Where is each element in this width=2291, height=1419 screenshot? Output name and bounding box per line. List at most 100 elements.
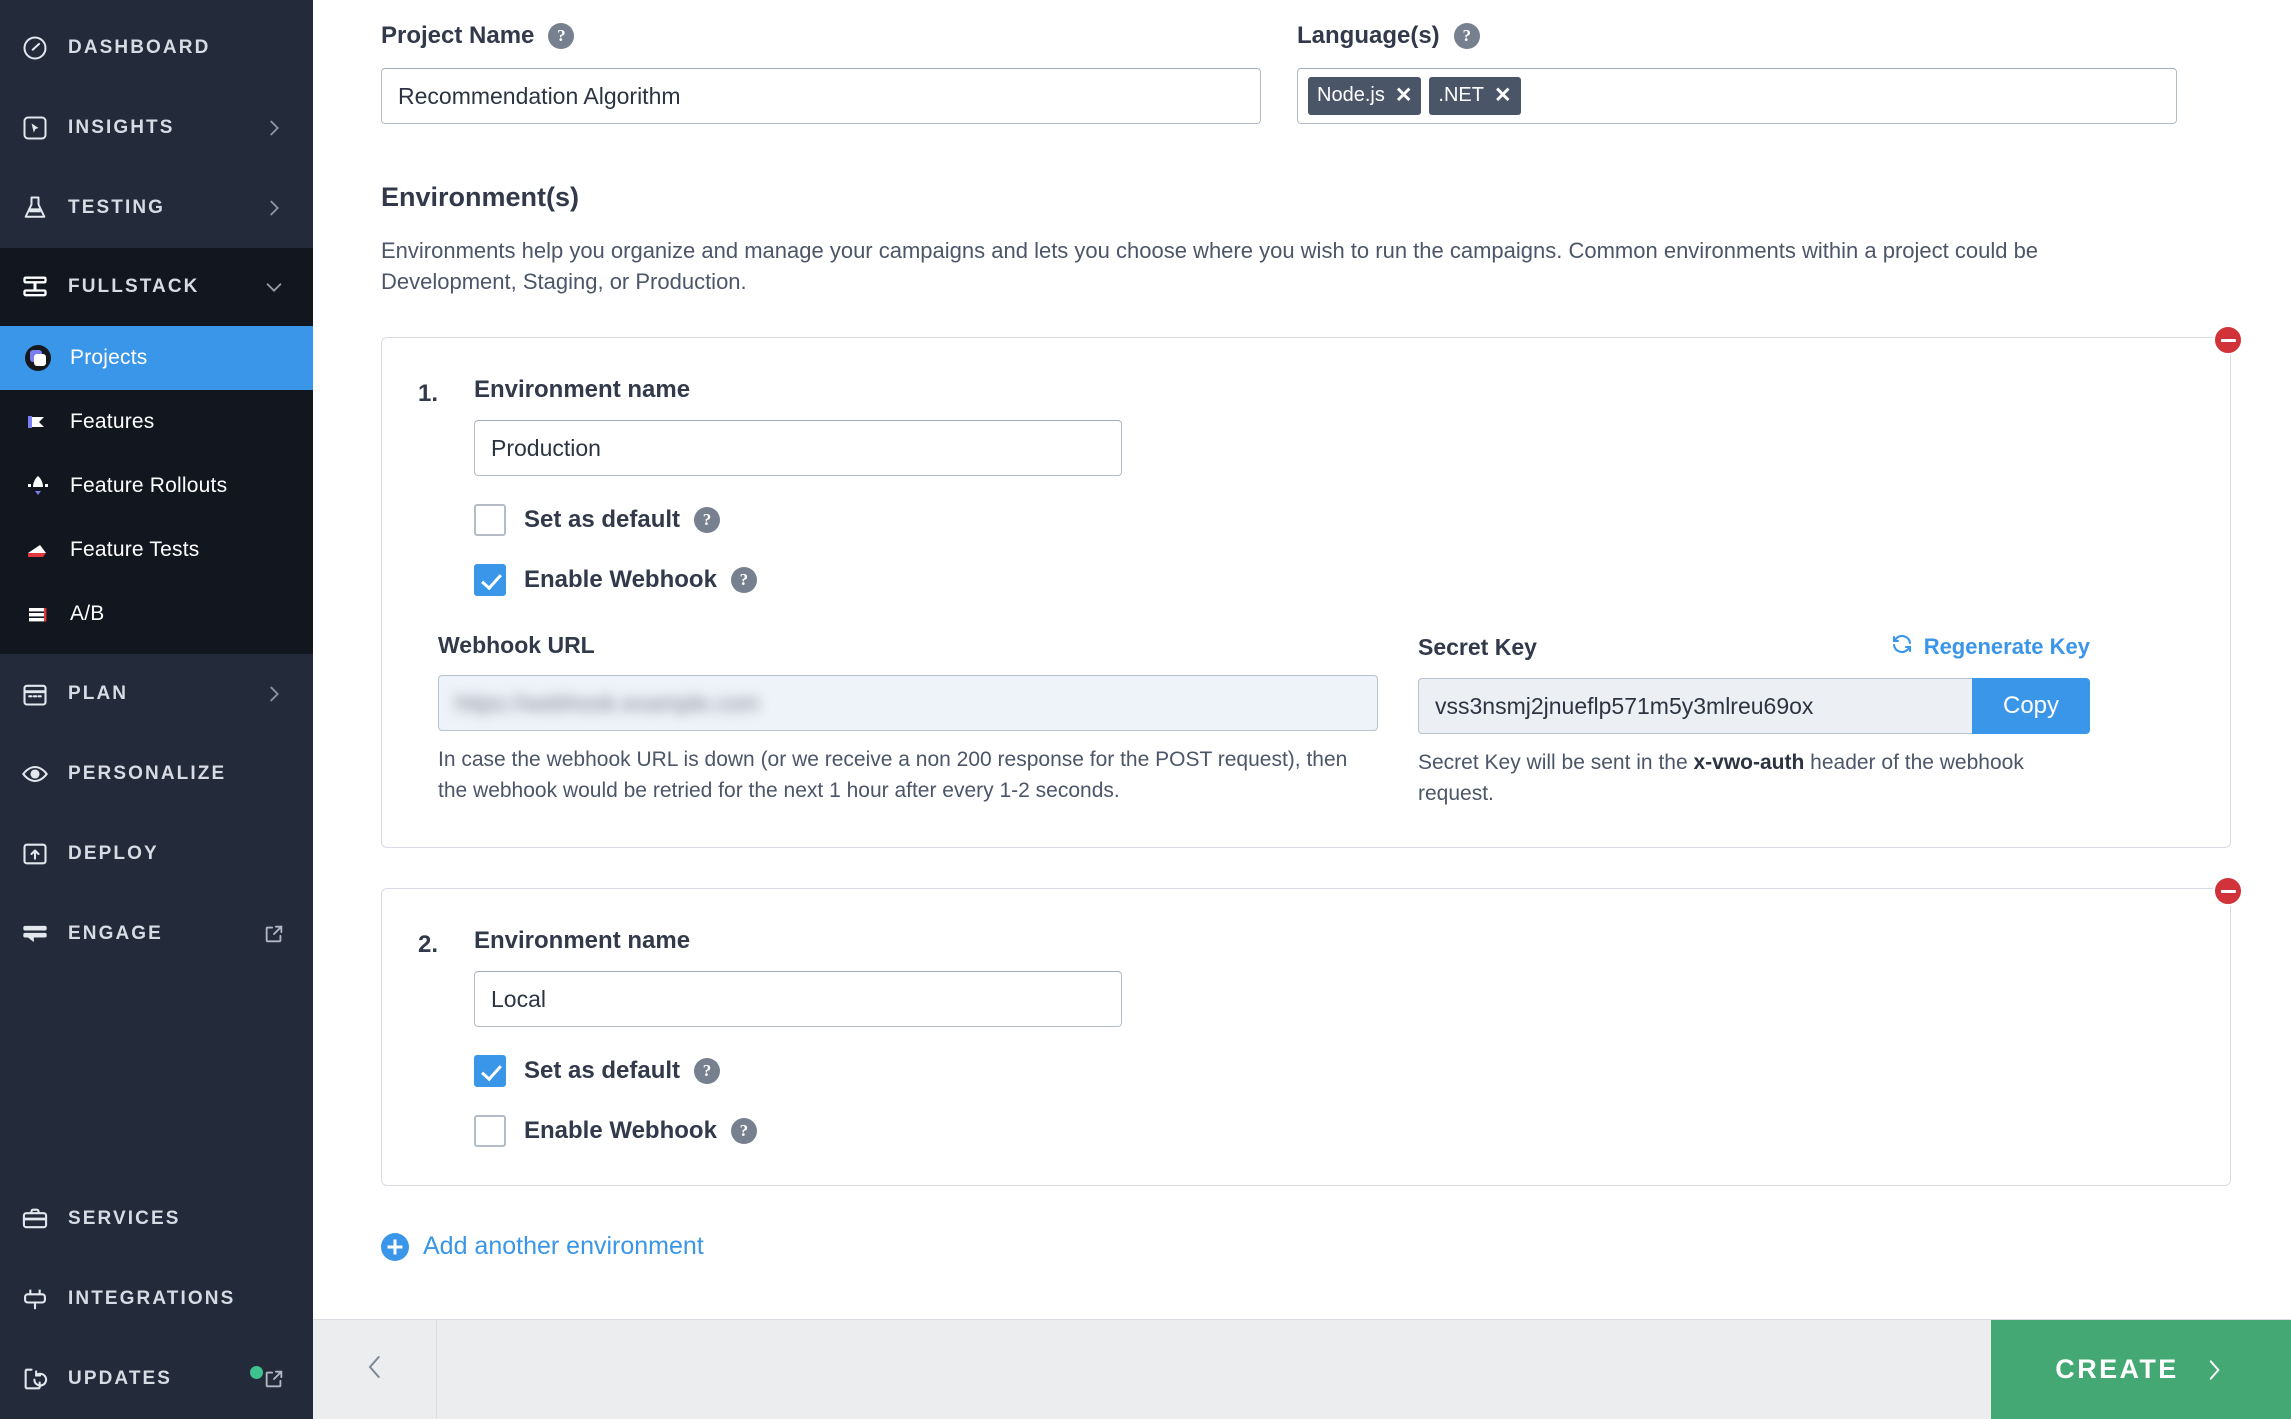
eye-target-icon [20,759,50,789]
environment-card-1: 1. Environment name Production Set as de… [381,325,2243,849]
languages-field: Language(s) ? Node.js ✕ .NET ✕ [1297,22,2177,124]
flask-icon [20,193,50,223]
sidebar-item-insights[interactable]: INSIGHTS [0,88,313,168]
sidebar-spacer [0,974,313,1179]
rocket-icon [22,470,54,502]
secret-key-input[interactable]: vss3nsmj2jnueflp571m5y3mlreu69ox [1418,678,1972,735]
environment-name-input[interactable]: Local [474,971,1122,1028]
sidebar-item-feature-tests[interactable]: Feature Tests [0,518,313,582]
language-tag[interactable]: Node.js ✕ [1308,77,1422,115]
sidebar-item-projects[interactable]: Projects [0,326,313,390]
sidebar-subgroup-fullstack: Projects Features Feature Rollouts Featu… [0,326,313,654]
environment-index: 2. [418,931,439,959]
sidebar-item-services[interactable]: SERVICES [0,1179,313,1259]
sidebar-item-personalize[interactable]: PERSONALIZE [0,734,313,814]
enable-webhook-row: Enable Webhook ? [474,1115,2230,1148]
sidebar-item-ab[interactable]: A/B [0,582,313,646]
language-tag-label: .NET [1438,84,1484,106]
project-name-input[interactable]: Recommendation Algorithm [381,68,1261,124]
feature-tests-icon [22,534,54,566]
external-link-icon [263,923,285,945]
sidebar-label: PERSONALIZE [68,763,227,784]
help-icon[interactable]: ? [548,23,575,49]
enable-webhook-checkbox[interactable] [474,1115,506,1148]
set-as-default-label: Set as default [524,1057,681,1085]
enable-webhook-label: Enable Webhook [524,1117,717,1145]
webhook-config-grid: Webhook URL https://webhook.example.com … [382,632,2230,809]
add-another-environment-button[interactable]: Add another environment [381,1232,2291,1261]
regenerate-key-label: Regenerate Key [1923,634,2090,660]
enable-webhook-label: Enable Webhook [524,566,717,594]
languages-input[interactable]: Node.js ✕ .NET ✕ [1297,68,2177,124]
webhook-url-head: Webhook URL [438,632,1378,659]
environment-name-input[interactable]: Production [474,420,1122,477]
sidebar-item-label: Projects [70,346,148,369]
help-icon[interactable]: ? [694,1058,721,1085]
sidebar-item-label: Feature Rollouts [70,474,228,497]
remove-environment-button[interactable] [2213,876,2243,907]
chevron-right-icon [263,683,285,705]
calendar-icon [20,679,50,709]
engage-chat-icon [20,919,50,949]
remove-environment-button[interactable] [2213,325,2243,356]
updates-status-badge [250,1365,263,1379]
webhook-url-value: https://webhook.example.com [455,689,760,716]
sidebar-item-feature-rollouts[interactable]: Feature Rollouts [0,454,313,518]
language-tag[interactable]: .NET ✕ [1429,77,1521,115]
sidebar-item-deploy[interactable]: DEPLOY [0,814,313,894]
back-button[interactable] [313,1320,437,1419]
sidebar-label: FULLSTACK [68,276,200,297]
insights-cursor-icon [20,113,50,143]
sidebar-label: INSIGHTS [68,117,175,138]
footer-spacer [437,1320,1991,1419]
copy-secret-button[interactable]: Copy [1972,678,2090,735]
set-as-default-checkbox[interactable] [474,1055,506,1088]
help-icon[interactable]: ? [1453,23,1480,49]
sidebar-item-integrations[interactable]: INTEGRATIONS [0,1259,313,1339]
integrations-plug-icon [20,1284,50,1314]
sidebar-label: PLAN [68,683,129,704]
environment-name-row: 2. Environment name Local Set as default… [382,927,2230,1148]
set-as-default-checkbox[interactable] [474,504,506,537]
sidebar-item-testing[interactable]: TESTING [0,168,313,248]
sidebar-label: TESTING [68,197,166,218]
sidebar-mid-group: PLAN PERSONALIZE DEPLOY ENGAGE [0,654,313,974]
secret-key-hint-pre: Secret Key will be sent in the [1418,751,1694,775]
set-as-default-label: Set as default [524,506,681,534]
sidebar-item-updates[interactable]: UPDATES [0,1339,313,1419]
secret-key-row: vss3nsmj2jnueflp571m5y3mlreu69ox Copy [1418,678,2090,735]
sidebar-item-label: Feature Tests [70,538,200,561]
sidebar-top-group: DASHBOARD INSIGHTS TESTING [0,0,313,248]
sidebar-label: ENGAGE [68,923,163,944]
remove-tag-icon[interactable]: ✕ [1494,85,1512,106]
sidebar-label: INTEGRATIONS [68,1288,236,1309]
secret-key-block: Secret Key Regenerate Key vss3nsmj2jnuef… [1418,632,2090,809]
set-as-default-row: Set as default ? [474,1055,2230,1088]
sidebar-item-dashboard[interactable]: DASHBOARD [0,8,313,88]
enable-webhook-row: Enable Webhook ? [474,564,2230,597]
environment-card-2: 2. Environment name Local Set as default… [381,876,2243,1187]
project-name-field: Project Name ? Recommendation Algorithm [381,22,1261,124]
sidebar-item-label: Features [70,410,155,433]
sidebar-item-features[interactable]: Features [0,390,313,454]
help-icon[interactable]: ? [694,507,721,534]
create-button[interactable]: CREATE [1991,1320,2291,1419]
help-icon[interactable]: ? [730,1118,757,1145]
sidebar-group-fullstack[interactable]: FULLSTACK [0,248,313,326]
main-sidebar: DASHBOARD INSIGHTS TESTING FULLSTACK Pro… [0,0,313,1419]
webhook-url-input[interactable]: https://webhook.example.com [438,675,1378,732]
environment-index: 1. [418,380,439,408]
sidebar-item-plan[interactable]: PLAN [0,654,313,734]
regenerate-key-button[interactable]: Regenerate Key [1890,632,2090,662]
sidebar-item-engage[interactable]: ENGAGE [0,894,313,974]
fullstack-icon [20,272,50,302]
help-icon[interactable]: ? [730,567,757,594]
app-root: DASHBOARD INSIGHTS TESTING FULLSTACK Pro… [0,0,2291,1419]
remove-tag-icon[interactable]: ✕ [1395,85,1413,106]
environment-body: Environment name Production Set as defau… [474,376,2230,597]
project-name-label-row: Project Name ? [381,22,1261,50]
external-link-icon [263,1368,285,1390]
enable-webhook-checkbox[interactable] [474,564,506,597]
create-button-label: CREATE [2055,1354,2179,1384]
chevron-left-icon [360,1352,390,1387]
